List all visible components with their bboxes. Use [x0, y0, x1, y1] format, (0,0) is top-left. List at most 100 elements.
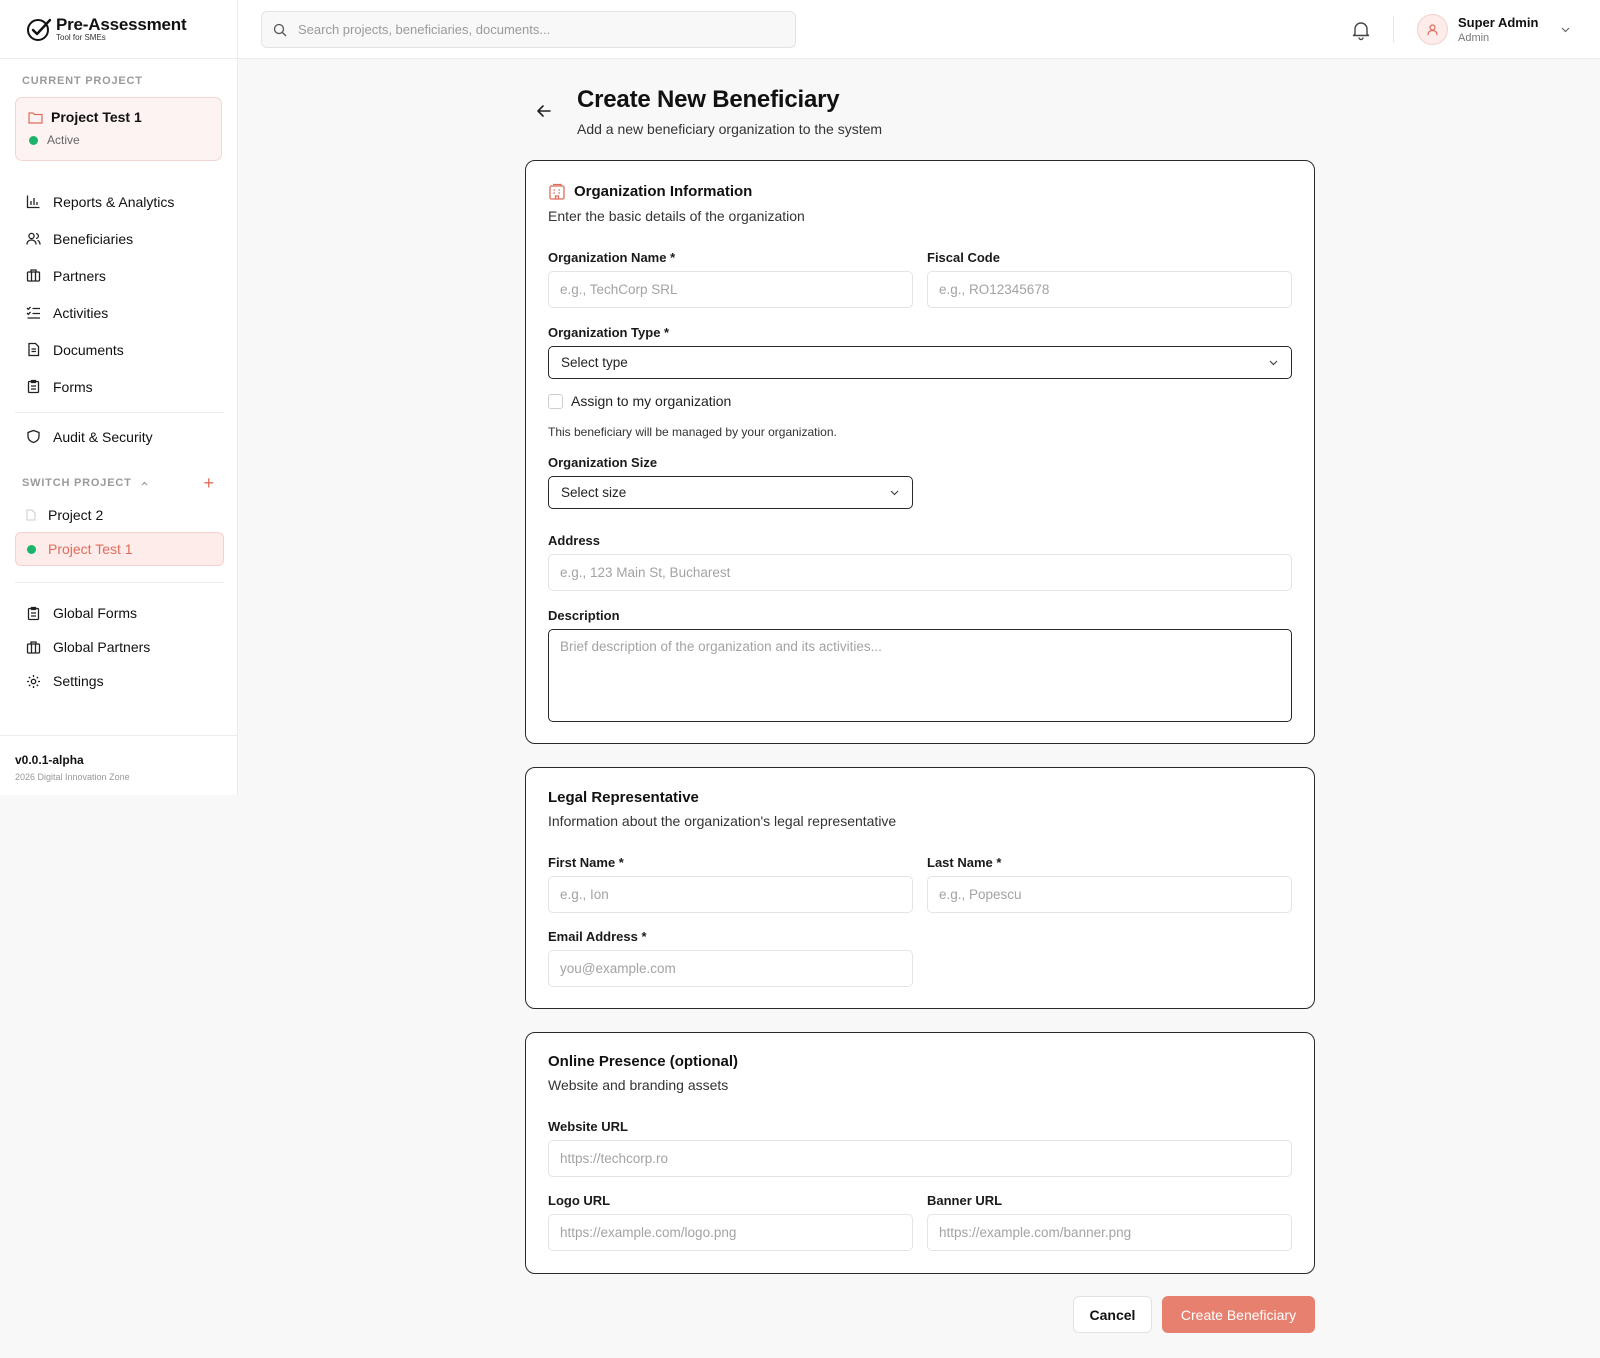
current-project-label: CURRENT PROJECT [22, 75, 143, 87]
top-header: Super Admin Admin [238, 0, 1600, 59]
nav-activities[interactable]: Activities [0, 294, 238, 331]
building-icon [549, 183, 565, 200]
fiscal-code-input[interactable] [927, 271, 1292, 308]
bell-icon[interactable] [1350, 19, 1372, 41]
nav-label: Beneficiaries [53, 230, 134, 247]
description-textarea[interactable] [548, 629, 1292, 722]
user-name: Super Admin [1458, 15, 1539, 30]
email-input[interactable] [548, 950, 913, 987]
card-title: Organization Information [574, 183, 753, 200]
shield-icon [27, 429, 40, 444]
clipboard-icon [27, 379, 40, 394]
chevron-down-icon [1269, 360, 1278, 366]
switch-project-header: SWITCH PROJECT + [22, 474, 214, 492]
card-subtitle: Website and branding assets [548, 1077, 729, 1093]
sidebar-divider [15, 412, 224, 413]
assign-org-row[interactable]: Assign to my organization [548, 393, 731, 409]
back-arrow-icon[interactable] [534, 101, 554, 121]
sidebar-divider [15, 582, 224, 583]
clipboard-icon [27, 606, 40, 620]
add-project-button[interactable]: + [203, 474, 214, 492]
users-icon [26, 232, 41, 245]
project-item-project-2[interactable]: Project 2 [15, 498, 224, 532]
org-size-label: Organization Size [548, 455, 658, 470]
current-project-status: Active [47, 133, 80, 147]
banner-url-input[interactable] [927, 1214, 1292, 1251]
app-title: Pre-Assessment [56, 15, 187, 34]
briefcase-icon [26, 269, 41, 282]
nav-documents[interactable]: Documents [0, 331, 238, 368]
avatar [1417, 14, 1448, 45]
address-label: Address [548, 533, 601, 548]
gear-icon [27, 674, 40, 688]
nav-label: Activities [53, 304, 109, 321]
org-type-value: Select type [561, 355, 628, 370]
file-icon [26, 509, 36, 521]
nav-reports-analytics[interactable]: Reports & Analytics [0, 183, 238, 220]
nav-label: Settings [53, 673, 104, 689]
card-subtitle: Enter the basic details of the organizat… [548, 208, 805, 224]
org-name-input[interactable] [548, 271, 913, 308]
org-type-select[interactable]: Select type [548, 346, 1292, 379]
nav-beneficiaries[interactable]: Beneficiaries [0, 220, 238, 257]
global-nav: Global Forms Global Partners Settings [0, 596, 238, 698]
app-logo[interactable]: Pre-Assessment Tool for SMEs [0, 0, 237, 59]
nav-label: Documents [53, 341, 124, 358]
first-name-input[interactable] [548, 876, 913, 913]
search-input[interactable] [298, 22, 778, 37]
project-item-project-test-1[interactable]: Project Test 1 [15, 532, 224, 566]
project-nav: Reports & Analytics Beneficiaries Partne… [0, 183, 238, 405]
logo-url-label: Logo URL [548, 1193, 611, 1208]
header-separator [1393, 16, 1394, 43]
page-subtitle: Add a new beneficiary organization to th… [577, 121, 883, 137]
switch-project-label: SWITCH PROJECT [22, 477, 132, 489]
cancel-button[interactable]: Cancel [1073, 1296, 1152, 1333]
address-input[interactable] [548, 554, 1292, 591]
description-label: Description [548, 608, 620, 623]
website-url-label: Website URL [548, 1119, 628, 1134]
assign-org-checkbox[interactable] [548, 393, 563, 409]
org-type-label: Organization Type * [548, 325, 670, 340]
chevron-down-icon [1561, 27, 1570, 33]
nav-global-forms[interactable]: Global Forms [0, 596, 238, 630]
org-size-select[interactable]: Select size [548, 476, 913, 509]
version-label: v0.0.1-alpha [15, 753, 84, 767]
online-presence-card: Online Presence (optional) Website and b… [525, 1032, 1315, 1274]
briefcase-icon [26, 640, 41, 654]
assign-org-label: Assign to my organization [571, 393, 732, 409]
create-beneficiary-button[interactable]: Create Beneficiary [1162, 1296, 1315, 1333]
banner-url-label: Banner URL [927, 1193, 1003, 1208]
current-project-card[interactable]: Project Test 1 Active [15, 97, 222, 161]
page-title: Create New Beneficiary [577, 86, 840, 113]
last-name-input[interactable] [927, 876, 1292, 913]
nav-partners[interactable]: Partners [0, 257, 238, 294]
search-icon [273, 23, 287, 36]
nav-forms[interactable]: Forms [0, 368, 238, 405]
email-label: Email Address * [548, 929, 647, 944]
nav-audit-security[interactable]: Audit & Security [0, 418, 238, 455]
user-menu[interactable]: Super Admin Admin [1417, 14, 1571, 45]
chevron-up-icon[interactable] [140, 479, 149, 488]
fiscal-code-label: Fiscal Code [927, 250, 1000, 265]
status-dot [27, 544, 36, 554]
bar-chart-icon [26, 195, 40, 209]
nav-label: Audit & Security [53, 428, 153, 445]
website-url-input[interactable] [548, 1140, 1292, 1177]
status-dot [29, 135, 38, 145]
card-title: Legal Representative [548, 789, 699, 806]
project-item-label: Project Test 1 [48, 541, 133, 557]
nav-settings[interactable]: Settings [0, 664, 238, 698]
org-size-value: Select size [561, 485, 627, 500]
sidebar: Pre-Assessment Tool for SMEs CURRENT PRO… [0, 0, 238, 795]
org-name-label: Organization Name * [548, 250, 676, 265]
logo-url-input[interactable] [548, 1214, 913, 1251]
copyright-label: 2026 Digital Innovation Zone [15, 772, 130, 782]
current-project-name: Project Test 1 [51, 109, 142, 125]
organization-info-card: Organization Information Enter the basic… [525, 160, 1315, 744]
card-subtitle: Information about the organization's leg… [548, 813, 897, 829]
user-icon [1427, 24, 1438, 36]
search-box[interactable] [261, 11, 796, 48]
first-name-label: First Name * [548, 855, 624, 870]
nav-label: Forms [53, 378, 93, 395]
nav-global-partners[interactable]: Global Partners [0, 630, 238, 664]
